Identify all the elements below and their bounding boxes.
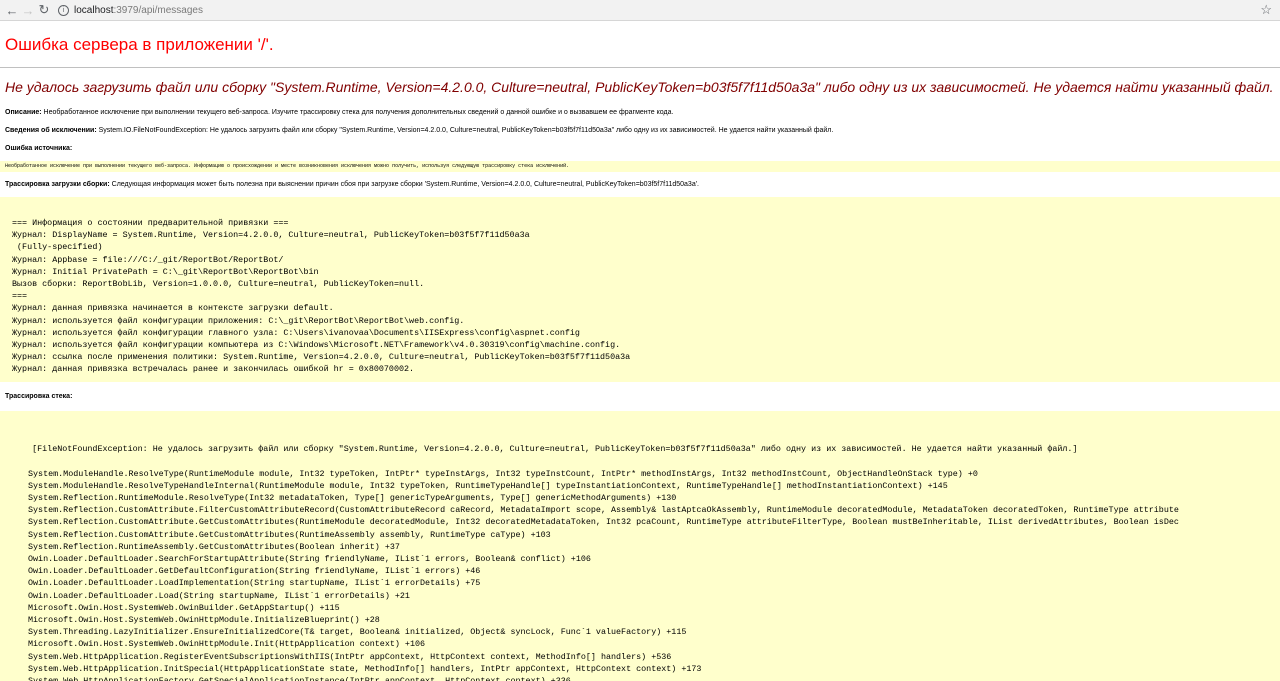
stack-paragraph: Трассировка стека:: [5, 392, 1275, 401]
description-paragraph: Описание: Необработанное исключение при …: [5, 108, 1275, 117]
divider: [0, 67, 1280, 68]
bookmark-star-icon[interactable]: ☆: [1260, 2, 1272, 18]
source-label: Ошибка источника:: [5, 145, 73, 152]
url-host: localhost: [74, 4, 114, 16]
stack-frame: Owin.Loader.DefaultLoader.LoadImplementa…: [28, 578, 481, 589]
stack-frame: Owin.Loader.DefaultLoader.GetDefaultConf…: [28, 566, 481, 577]
description-text: Необработанное исключение при выполнении…: [41, 109, 674, 116]
exception-text: System.IO.FileNotFoundException: Не удал…: [96, 127, 834, 134]
info-icon[interactable]: i: [58, 4, 69, 16]
assembly-log-line: Вызов сборки: ReportBobLib, Version=1.0.…: [12, 279, 425, 290]
back-icon[interactable]: ←: [4, 2, 20, 18]
source-paragraph: Ошибка источника:: [5, 144, 1275, 153]
stack-trace-box: [FileNotFoundException: Не удалось загру…: [0, 411, 1280, 681]
error-page: Ошибка сервера в приложении '/'. Не удал…: [0, 35, 1280, 681]
browser-toolbar: ← → ↻ i localhost:3979/api/messages ☆: [0, 0, 1280, 21]
assembly-log-line: (Fully-specified): [12, 242, 103, 253]
stack-frame: System.Reflection.RuntimeAssembly.GetCus…: [28, 541, 400, 552]
assembly-trace-label: Трассировка загрузки сборки:: [5, 181, 110, 188]
forward-icon[interactable]: →: [20, 2, 36, 18]
assembly-log-line: ===: [12, 291, 28, 302]
assembly-log-line: Журнал: используется файл конфигурации п…: [12, 315, 465, 326]
assembly-log-line: Журнал: ссылка после применения политики…: [12, 352, 631, 363]
assembly-log-line: Журнал: Initial PrivatePath = C:\_git\Re…: [12, 266, 319, 277]
stack-frame: System.Web.HttpApplication.RegisterEvent…: [28, 651, 672, 662]
stack-header: [FileNotFoundException: Не удалось загру…: [32, 444, 1078, 455]
exception-paragraph: Сведения об исключении: System.IO.FileNo…: [5, 126, 1275, 135]
stack-frame: Owin.Loader.DefaultLoader.Load(String st…: [28, 590, 410, 601]
stack-label: Трассировка стека:: [5, 393, 73, 400]
assembly-log-line: === Информация о состоянии предварительн…: [12, 218, 289, 228]
assembly-trace-paragraph: Трассировка загрузки сборки: Следующая и…: [5, 180, 1275, 189]
stack-frame: System.Threading.LazyInitializer.EnsureI…: [28, 627, 687, 638]
url-path: :3979/api/messages: [113, 4, 203, 16]
assembly-log-line: Журнал: DisplayName = System.Runtime, Ve…: [12, 230, 530, 241]
assembly-log-line: Журнал: используется файл конфигурации г…: [12, 327, 580, 338]
address-bar[interactable]: i localhost:3979/api/messages: [58, 4, 203, 16]
stack-frame: Owin.Loader.DefaultLoader.SearchForStart…: [28, 554, 591, 565]
assembly-log-line: Журнал: данная привязка встречалась ране…: [12, 364, 415, 375]
assembly-log-line: Журнал: Appbase = file:///C:/_git/Report…: [12, 254, 284, 265]
source-box: Необработанное исключение при выполнении…: [0, 161, 1280, 172]
stack-frame: System.Reflection.CustomAttribute.Filter…: [28, 505, 1179, 516]
reload-icon[interactable]: ↻: [36, 2, 52, 18]
error-heading: Не удалось загрузить файл или сборку "Sy…: [5, 79, 1274, 95]
stack-frame: Microsoft.Owin.Host.SystemWeb.OwinHttpMo…: [28, 639, 426, 650]
page-title: Ошибка сервера в приложении '/'.: [5, 35, 274, 54]
stack-frame: System.Reflection.RuntimeModule.ResolveT…: [28, 493, 677, 504]
stack-frame: Microsoft.Owin.Host.SystemWeb.OwinBuilde…: [28, 602, 340, 613]
assembly-log-line: Журнал: используется файл конфигурации к…: [12, 340, 621, 351]
stack-frame: Microsoft.Owin.Host.SystemWeb.OwinHttpMo…: [28, 615, 380, 626]
exception-label: Сведения об исключении:: [5, 127, 97, 134]
assembly-trace-text: Следующая информация может быть полезна …: [109, 181, 699, 188]
stack-frame: System.Reflection.CustomAttribute.GetCus…: [28, 517, 1179, 528]
stack-frame: System.Web.HttpApplicationFactory.GetSpe…: [12, 675, 1280, 681]
assembly-log-box: === Информация о состоянии предварительн…: [0, 197, 1280, 382]
stack-frame: System.ModuleHandle.ResolveTypeHandleInt…: [28, 480, 948, 491]
stack-frame: System.Reflection.CustomAttribute.GetCus…: [28, 529, 551, 540]
assembly-log-line: Журнал: данная привязка начинается в кон…: [12, 303, 334, 314]
description-label: Описание:: [5, 109, 42, 116]
stack-frame: System.Web.HttpApplication.InitSpecial(H…: [28, 663, 702, 674]
stack-frame: System.ModuleHandle.ResolveType(RuntimeM…: [28, 468, 978, 479]
